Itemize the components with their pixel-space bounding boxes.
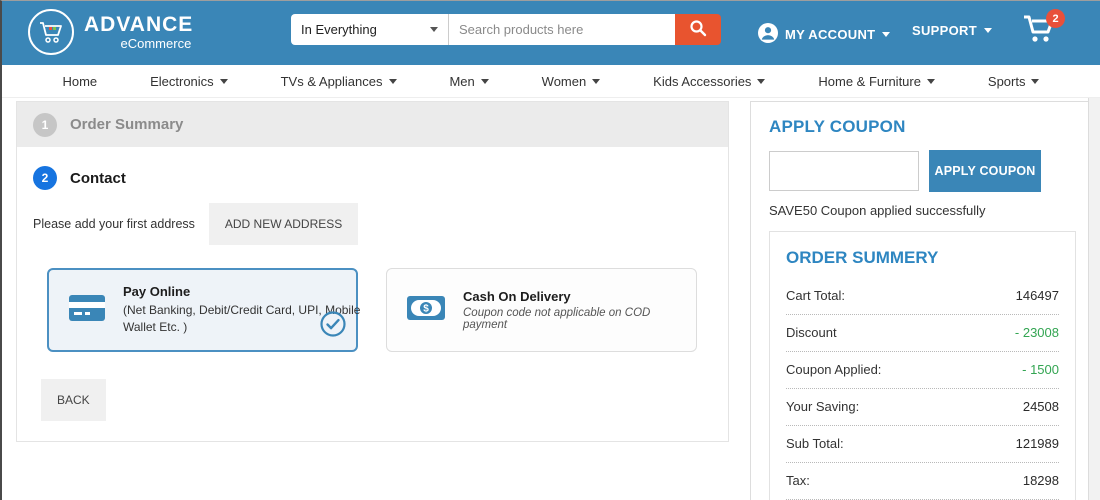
summary-value: - 1500: [1022, 362, 1059, 377]
summary-value: 18298: [1022, 473, 1059, 488]
nav-label: Kids Accessories: [653, 73, 752, 89]
back-button[interactable]: BACK: [41, 379, 106, 421]
logo-subtitle: eCommerce: [120, 35, 192, 51]
cart-count-badge: 2: [1046, 9, 1065, 28]
nav-label: Home: [62, 73, 98, 89]
address-prompt: Please add your first address: [33, 217, 195, 231]
chevron-down-icon: [219, 78, 228, 88]
order-summary-heading: ORDER SUMMERY: [786, 248, 939, 267]
support-menu[interactable]: SUPPORT: [912, 23, 992, 38]
banknote-icon: $: [407, 295, 445, 325]
chevron-down-icon: [430, 27, 438, 36]
step-contact: 2 Contact: [17, 147, 728, 190]
nav-label: Electronics: [150, 73, 214, 89]
summary-row-coupon-applied: Coupon Applied: - 1500: [786, 352, 1059, 389]
search-category-select[interactable]: In Everything: [291, 14, 449, 45]
chevron-down-icon: [757, 78, 766, 88]
coupon-status-message: SAVE50 Coupon applied successfully: [769, 203, 986, 218]
nav-label: Sports: [987, 73, 1026, 89]
payment-option-cod[interactable]: $ Cash On Delivery Coupon code not appli…: [386, 268, 697, 352]
my-account-label: MY ACCOUNT: [785, 27, 876, 42]
nav-item-women[interactable]: Women: [542, 74, 601, 89]
cod-title: Cash On Delivery: [463, 289, 571, 304]
nav-item-tvs-appliances[interactable]: TVs & Appliances: [281, 74, 397, 89]
order-sidebar: APPLY COUPON APPLY COUPON SAVE50 Coupon …: [750, 101, 1088, 500]
nav-item-men[interactable]: Men: [449, 73, 489, 89]
order-summary-box: ORDER SUMMERY Cart Total: 146497 Discoun…: [769, 231, 1076, 500]
cod-text: Cash On Delivery Coupon code not applica…: [463, 289, 696, 331]
coupon-row: APPLY COUPON: [769, 150, 1070, 192]
step-label: Order Summary: [70, 116, 184, 133]
apply-coupon-button[interactable]: APPLY COUPON: [929, 150, 1041, 192]
nav-label: Women: [541, 73, 587, 89]
main-navigation: Home Electronics TVs & Appliances Men Wo…: [2, 65, 1100, 98]
nav-item-sports[interactable]: Sports: [988, 74, 1040, 89]
nav-item-home[interactable]: Home: [62, 74, 97, 89]
summary-label: Cart Total:: [786, 288, 846, 303]
summary-value: - 23008: [1014, 325, 1059, 340]
step-number-badge: 1: [33, 112, 57, 137]
summary-row-cart-total: Cart Total: 146497: [786, 278, 1059, 315]
search-button[interactable]: [675, 14, 721, 45]
nav-label: Men: [449, 73, 475, 89]
payment-options: Pay Online (Net Banking, Debit/Credit Ca…: [47, 268, 728, 352]
chevron-down-icon: [592, 78, 601, 88]
apply-coupon-heading: APPLY COUPON: [769, 117, 906, 136]
pay-online-title: Pay Online: [123, 283, 191, 299]
user-icon: [758, 23, 778, 46]
summary-row-tax: Tax: 18298: [786, 463, 1059, 500]
my-account-menu[interactable]: MY ACCOUNT: [758, 23, 891, 46]
add-new-address-button[interactable]: ADD NEW ADDRESS: [208, 203, 359, 245]
nav-item-electronics[interactable]: Electronics: [150, 74, 228, 89]
search-bar: In Everything: [291, 14, 721, 45]
step-number-badge: 2: [33, 166, 57, 190]
support-label: SUPPORT: [912, 23, 977, 38]
logo-cart-icon: [28, 9, 74, 55]
top-header: ADVANCE eCommerce In Everything Search p…: [2, 1, 1100, 65]
cod-note: Coupon code not applicable on COD paymen…: [463, 307, 651, 331]
selected-check-icon: [319, 310, 347, 343]
nav-label: Home & Furniture: [818, 73, 921, 89]
content-area: 1 Order Summary 2 Contact Please add you…: [2, 98, 1100, 500]
svg-text:$: $: [423, 303, 429, 314]
chevron-down-icon: [1031, 78, 1040, 88]
summary-label: Sub Total:: [786, 436, 844, 451]
chevron-down-icon: [882, 32, 891, 41]
summary-row-your-saving: Your Saving: 24508: [786, 389, 1059, 426]
logo-text: ADVANCE eCommerce: [84, 12, 194, 51]
address-row: Please add your first address ADD NEW AD…: [33, 203, 728, 245]
nav-label: TVs & Appliances: [280, 73, 383, 89]
checkout-panel: 1 Order Summary 2 Contact Please add you…: [16, 101, 729, 442]
step-order-summary[interactable]: 1 Order Summary: [17, 102, 728, 147]
cart-icon: [1022, 15, 1056, 49]
payment-option-pay-online[interactable]: Pay Online (Net Banking, Debit/Credit Ca…: [47, 268, 360, 352]
search-input[interactable]: [449, 14, 675, 45]
summary-value: 121989: [1015, 436, 1059, 451]
logo[interactable]: ADVANCE eCommerce: [28, 9, 193, 55]
chevron-down-icon: [926, 78, 935, 88]
summary-row-sub-total: Sub Total: 121989: [786, 426, 1059, 463]
summary-label: Tax:: [786, 473, 810, 488]
cart-button[interactable]: 2: [1022, 9, 1065, 50]
summary-value: 24508: [1022, 399, 1059, 414]
credit-card-icon: [69, 294, 105, 326]
search-icon: [689, 19, 707, 40]
step-label: Contact: [70, 169, 126, 187]
nav-item-kids-accessories[interactable]: Kids Accessories: [653, 73, 766, 89]
chevron-down-icon: [983, 28, 992, 37]
logo-title: ADVANCE: [84, 12, 194, 36]
summary-label: Discount: [786, 325, 837, 340]
summary-label: Coupon Applied:: [786, 362, 882, 377]
search-category-value: In Everything: [301, 22, 377, 37]
summary-row-discount: Discount - 23008: [786, 315, 1059, 352]
nav-item-home-furniture[interactable]: Home & Furniture: [818, 74, 935, 89]
coupon-input[interactable]: [769, 151, 919, 191]
app-window: ADVANCE eCommerce In Everything Search p…: [0, 0, 1100, 500]
chevron-down-icon: [388, 78, 397, 88]
chevron-down-icon: [480, 78, 489, 88]
summary-label: Your Saving:: [786, 399, 860, 414]
page-right-gutter: [1088, 98, 1100, 500]
summary-value: 146497: [1015, 288, 1059, 303]
